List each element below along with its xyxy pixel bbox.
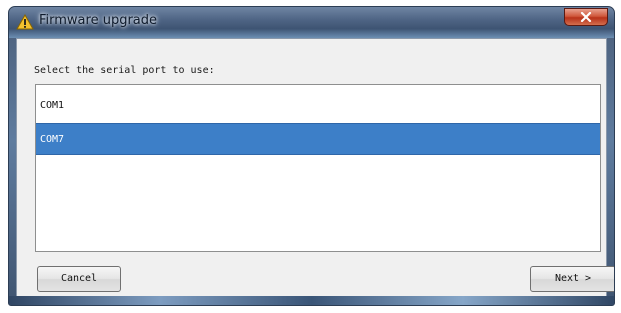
warning-icon (16, 13, 34, 30)
port-prompt-label: Select the serial port to use: (34, 65, 215, 76)
serial-port-list[interactable]: COM1 COM7 (35, 84, 601, 252)
firmware-upgrade-window: Firmware upgrade Select the serial port … (8, 6, 615, 306)
list-item-com1[interactable]: COM1 (36, 90, 600, 122)
next-button[interactable]: Next > (530, 266, 614, 292)
title-bar[interactable]: Firmware upgrade (9, 7, 614, 38)
cancel-button[interactable]: Cancel (37, 266, 121, 292)
list-item-com7[interactable]: COM7 (36, 123, 600, 155)
dialog-body: Select the serial port to use: COM1 COM7… (16, 38, 614, 298)
close-button[interactable] (564, 8, 608, 26)
window-bottom-border (9, 296, 614, 305)
close-icon (580, 12, 592, 22)
window-title: Firmware upgrade (39, 13, 158, 28)
